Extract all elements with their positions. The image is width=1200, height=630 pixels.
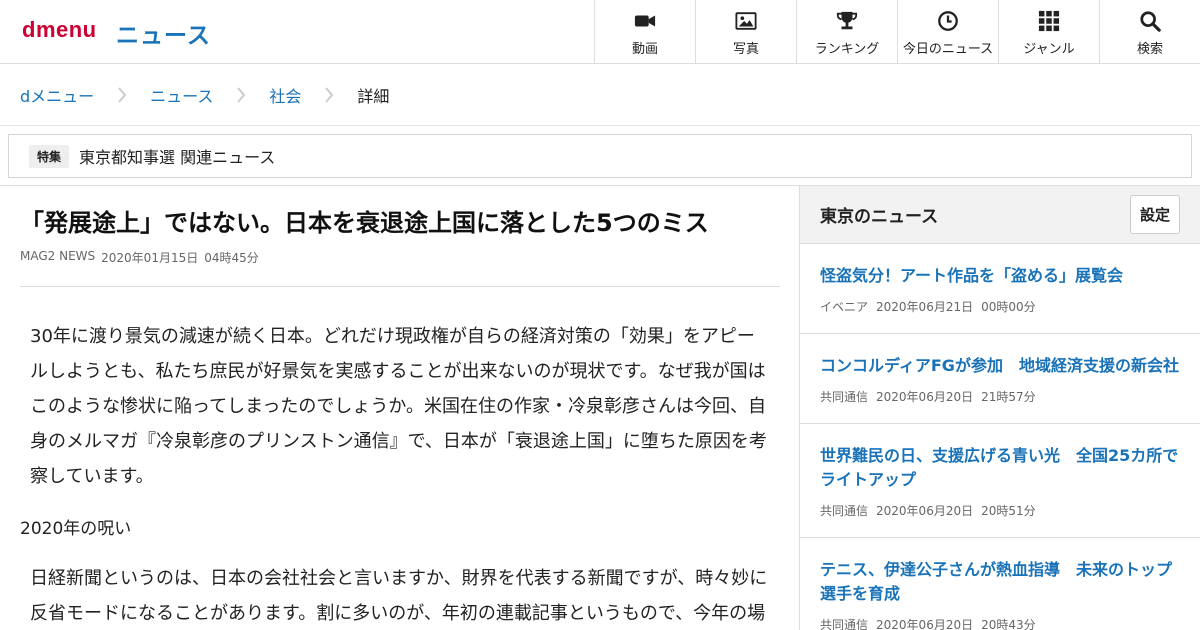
news-time: 20時43分 [981, 618, 1036, 630]
nav-item-search[interactable]: 検索 [1099, 0, 1200, 63]
breadcrumb: dメニュー ニュース 社会 詳細 [0, 64, 1200, 126]
news-date: 2020年06月20日 [876, 504, 974, 518]
nav-label: 今日のニュース [902, 42, 994, 57]
nav-label: 写真 [732, 42, 759, 57]
dmenu-logo[interactable]: dmenu [22, 17, 97, 43]
news-title[interactable]: テニス、伊達公子さんが熱血指導 未来のトップ選手を育成 [820, 558, 1180, 606]
news-list-item[interactable]: テニス、伊達公子さんが熱血指導 未来のトップ選手を育成 共同通信 2020年06… [800, 538, 1200, 630]
feature-link[interactable]: 東京都知事選 関連ニュース [79, 144, 275, 168]
breadcrumb-society[interactable]: 社会 [269, 83, 301, 107]
article-time: 04時45分 [204, 251, 259, 266]
nav-label: 動画 [631, 42, 658, 57]
news-date: 2020年06月20日 [876, 390, 974, 404]
chevron-right-icon [213, 86, 269, 103]
news-list-item[interactable]: 怪盗気分！アート作品を「盗める」展覧会 イベニア 2020年06月21日 00時… [800, 244, 1200, 334]
news-date: 2020年06月20日 [876, 618, 974, 630]
trophy-icon [836, 11, 858, 30]
article-meta: MAG2 NEWS 2020年01月15日 04時45分 [20, 249, 780, 266]
news-date: 2020年06月21日 [876, 300, 974, 314]
feature-strip: 特集 東京都知事選 関連ニュース [8, 134, 1192, 178]
article-title: 「発展途上」ではない。日本を衰退途上国に落とした5つのミス [20, 209, 709, 237]
video-camera-icon [634, 15, 656, 27]
news-meta: 共同通信 2020年06月20日 21時57分 [820, 388, 1180, 405]
news-list-item[interactable]: 世界難民の日、支援広げる青い光 全国25カ所でライトアップ 共同通信 2020年… [800, 424, 1200, 538]
nav-item-ranking[interactable]: ランキング [796, 0, 897, 63]
breadcrumb-news[interactable]: ニュース [150, 83, 213, 107]
sidebar-local-news: 東京のニュース 設定 怪盗気分！アート作品を「盗める」展覧会 イベニア 2020… [799, 186, 1200, 630]
nav-label: ランキング [814, 42, 880, 57]
news-time: 00時00分 [981, 300, 1036, 314]
news-source: 共同通信 [820, 618, 869, 630]
news-title[interactable]: 怪盗気分！アート作品を「盗める」展覧会 [820, 264, 1180, 288]
news-time: 20時51分 [981, 504, 1036, 518]
news-source: 共同通信 [820, 504, 869, 518]
news-meta: 共同通信 2020年06月20日 20時51分 [820, 502, 1180, 519]
nav-label: ジャンル [1023, 42, 1075, 57]
breadcrumb-dmenu[interactable]: dメニュー [20, 83, 94, 107]
nav-item-video[interactable]: 動画 [594, 0, 695, 63]
feature-badge: 特集 [29, 144, 70, 168]
news-title[interactable]: コンコルディアFGが参加 地域経済支援の新会社 [820, 354, 1180, 378]
news-meta: イベニア 2020年06月21日 00時00分 [820, 298, 1180, 315]
divider [20, 286, 780, 288]
chevron-right-icon [94, 86, 150, 103]
nav-item-photo[interactable]: 写真 [695, 0, 796, 63]
article-date: 2020年01月15日 [101, 251, 199, 266]
news-time: 21時57分 [981, 390, 1036, 404]
section-title[interactable]: ニュース [116, 16, 211, 50]
nav-label: 検索 [1136, 42, 1163, 57]
breadcrumb-detail: 詳細 [357, 86, 390, 106]
news-list-item[interactable]: コンコルディアFGが参加 地域経済支援の新会社 共同通信 2020年06月20日… [800, 334, 1200, 424]
nav-item-genre[interactable]: ジャンル [998, 0, 1099, 63]
news-title[interactable]: 世界難民の日、支援広げる青い光 全国25カ所でライトアップ [820, 444, 1180, 492]
article: 「発展途上」ではない。日本を衰退途上国に落とした5つのミス MAG2 NEWS … [20, 186, 780, 630]
chevron-right-icon [301, 86, 357, 103]
clock-icon [938, 11, 958, 31]
news-source: 共同通信 [820, 390, 869, 404]
sidebar-header: 東京のニュース 設定 [800, 186, 1200, 244]
sidebar-title: 東京のニュース [820, 207, 939, 227]
article-body: 日経新聞というのは、日本の会社社会と言いますか、財界を代表する新聞ですが、時々妙… [30, 568, 768, 625]
article-lead: 30年に渡り景気の減速が続く日本。どれだけ現政権が自らの経済対策の「効果」をアピ… [30, 326, 767, 488]
article-source: MAG2 NEWS [20, 249, 96, 264]
settings-button[interactable]: 設定 [1129, 195, 1180, 234]
site-header: dmenu ニュース 動画 写真 ランキング 今日のニュース ジャンル 検索 [0, 0, 1200, 64]
news-meta: 共同通信 2020年06月20日 20時43分 [820, 616, 1180, 630]
global-nav: 動画 写真 ランキング 今日のニュース ジャンル 検索 [594, 0, 1200, 63]
article-subhead: 2020年の呪い [20, 519, 132, 540]
news-source: イベニア [820, 300, 869, 314]
search-icon [1140, 11, 1161, 32]
photo-icon [735, 12, 757, 30]
grid-icon [1038, 10, 1060, 32]
nav-item-today-news[interactable]: 今日のニュース [897, 0, 998, 63]
